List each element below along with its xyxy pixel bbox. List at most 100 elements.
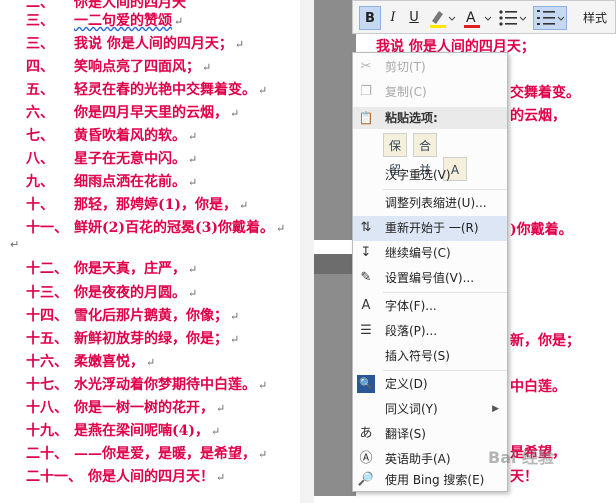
paragraph-mark-icon: ↵ [258,448,268,461]
italic-button[interactable]: I [383,6,403,30]
translate-icon: あ [359,426,373,441]
poem-line[interactable]: 十九、 是燕在梁间呢喃(4)， ↵ [26,420,220,442]
list-number: 十二、 [26,261,68,277]
poem-line[interactable]: 十八、 你是一树一树的花开， ↵ [26,397,225,419]
menu-item-copy[interactable]: ❐ 复制(C) [353,80,507,105]
menu-item-font[interactable]: A 字体(F)... [353,294,507,319]
styles-button[interactable]: 样式 [575,6,615,30]
menu-item-insert-symbol[interactable]: 插入符号(S) [353,344,507,369]
menu-separator [383,189,507,190]
poem-line[interactable]: 十四、 雪化后那片鹅黄，你像； ↵ [26,305,239,327]
poem-line[interactable]: 三、 我说 你是人间的四月天； ↵ [26,33,244,55]
menu-item-cut[interactable]: ✂ 剪切(T) [353,55,507,80]
paragraph-mark-icon: ↵ [216,471,226,484]
numbering-button[interactable] [533,6,567,30]
poem-line[interactable]: 十二、 你是天真，庄严， ↵ [26,258,197,280]
paragraph-mark-icon: ↵ [275,222,286,235]
list-number: 十一、 [26,220,68,236]
line-text: 新，你是； [510,333,580,349]
bullet-list-icon [499,10,527,26]
line-text: 笑响点亮了四面风； [74,59,200,75]
line-text: 中白莲。 [510,379,566,395]
poem-line[interactable]: 二十、 ——你是爱，是暖，是希望， ↵ [26,443,267,465]
line-text: 那轻，那娉婷(1)，你是， [74,197,237,213]
line-text: 你是一树一树的花开， [74,400,214,416]
mini-toolbar: B I U A 样式 [352,0,616,34]
line-text: 黄昏吹着风的软。 [74,128,186,144]
selected-numbers-highlight [314,254,356,274]
line-text: 你是四月早天里的云烟， [74,105,228,121]
list-number: 七、 [26,128,54,144]
poem-line[interactable]: 十、 那轻，那娉婷(1)，你是， ↵ [26,194,248,216]
menu-item-hanzi-reselect[interactable]: 汉字重选(V) [353,163,507,188]
poem-line[interactable]: 二十一、 你是人间的四月天！ ↵ [26,466,225,488]
font-icon: A [361,298,371,313]
highlight-color-button[interactable] [427,6,457,30]
menu-item-continue-numbering[interactable]: ↧ 继续编号(C) [353,241,507,266]
list-number: 二十、 [26,446,68,462]
poem-line[interactable]: 十一、 鲜妍(2)百花的冠冕(3)你戴着。 ↵ [26,217,285,239]
paste-options-row: 保留合并 A [383,133,473,181]
line-text: 你是天真，庄严， [74,261,186,277]
line-text: 是燕在梁间呢喃(4)， [74,423,209,439]
paste-keep-format-icon[interactable]: 保留 [383,133,407,177]
menu-item-bing-search[interactable]: 🔎 使用 Bing 搜索(E) [353,468,507,493]
list-number: 六、 [26,105,54,121]
bullets-button[interactable] [495,6,529,30]
define-icon: 🔍 [357,375,375,393]
page-gutter [300,0,314,503]
menu-item-define[interactable]: 🔍 定义(D) [353,372,507,397]
continue-numbering-icon: ↧ [360,245,372,260]
paragraph-mark-icon: ↵ [188,287,198,300]
menu-item-restart-numbering[interactable]: ⇅ 重新开始于 一(R) [353,216,507,241]
document-page-left[interactable]: 二、 你是人间的四月天 三、 一二句爱的赞颂 ↵ 三、 我说 你是人间的四月天； ↵ 四、… [0,0,300,503]
paragraph-mark-icon: ↵ [188,263,198,276]
numbered-list-icon [537,10,565,25]
menu-item-translate[interactable]: あ 翻译(S) [353,422,507,447]
list-number: 九、 [26,174,54,190]
highlighter-icon [430,11,456,28]
line-text: 我说 你是人间的四月天； [74,36,233,52]
list-number: 十八、 [26,400,68,416]
bold-button[interactable]: B [359,6,381,30]
paragraph-mark-icon: ↵ [146,356,156,369]
font-color-button[interactable]: A [461,6,493,30]
poem-line[interactable]: 四、 笑响点亮了四面风； ↵ [26,56,211,78]
poem-line[interactable]: 七、 黄昏吹着风的软。 ↵ [26,125,197,147]
set-number-icon: ✎ [360,270,372,285]
menu-item-paragraph[interactable]: ☰ 段落(P)... [353,319,507,344]
poem-line[interactable]: 六、 你是四月早天里的云烟， ↵ [26,102,239,124]
paragraph-icon: ☰ [360,323,372,338]
line-text: 柔嫩喜悦， [74,354,144,370]
clipboard-icon: 📋 [358,111,374,125]
menu-item-adjust-indent[interactable]: 调整列表缩进(U)... [353,191,507,216]
poem-line[interactable]: 八、 星子在无意中闪。 ↵ [26,148,197,170]
context-menu: ✂ 剪切(T) ❐ 复制(C) 📋 粘贴选项: 保留合并 A 汉字重选(V) 调整… [352,52,508,492]
underline-button[interactable]: U [405,6,423,30]
paragraph-mark-icon: ↵ [188,176,198,189]
poem-line[interactable]: 十七、 水光浮动着你梦期待中白莲。 ↵ [26,374,267,396]
poem-line[interactable]: 十三、 你是夜夜的月圆。 ↵ [26,282,197,304]
line-text: 雪化后那片鹅黄，你像； [74,308,228,324]
poem-line[interactable]: 十六、 柔嫩喜悦， ↵ [26,351,155,373]
paragraph-mark-icon: ↵ [188,153,198,166]
menu-item-synonyms[interactable]: 同义词(Y) ▶ [353,397,507,422]
paragraph-mark-icon: ↵ [174,15,184,28]
line-text: 水光浮动着你梦期待中白莲。 [74,377,256,393]
list-number: 十六、 [26,354,68,370]
watermark: Bai 经验 [488,448,555,467]
poem-line[interactable]: 三、 一二句爱的赞颂 ↵ [26,10,183,32]
poem-line[interactable]: 五、 轻灵在春的光艳中交舞着变。 ↵ [26,79,267,101]
paste-merge-format-icon[interactable]: 合并 [413,133,437,177]
paragraph-mark-icon: ↵ [216,402,226,415]
paragraph-mark-icon: ↵ [10,238,20,251]
menu-item-set-number-value[interactable]: ✎ 设置编号值(V)... [353,266,507,291]
list-number: 十七、 [26,377,68,393]
line-text: 新鲜初放芽的绿，你是； [74,331,228,347]
poem-line[interactable]: 九、 细雨点洒在花前。 ↵ [26,171,197,193]
list-number: 十九、 [26,423,68,439]
scissors-icon: ✂ [360,59,372,74]
poem-line[interactable]: 十五、 新鲜初放芽的绿，你是； ↵ [26,328,239,350]
line-text: ——你是爱，是暖，是希望， [74,446,256,462]
paragraph-mark-icon: ↵ [188,130,198,143]
